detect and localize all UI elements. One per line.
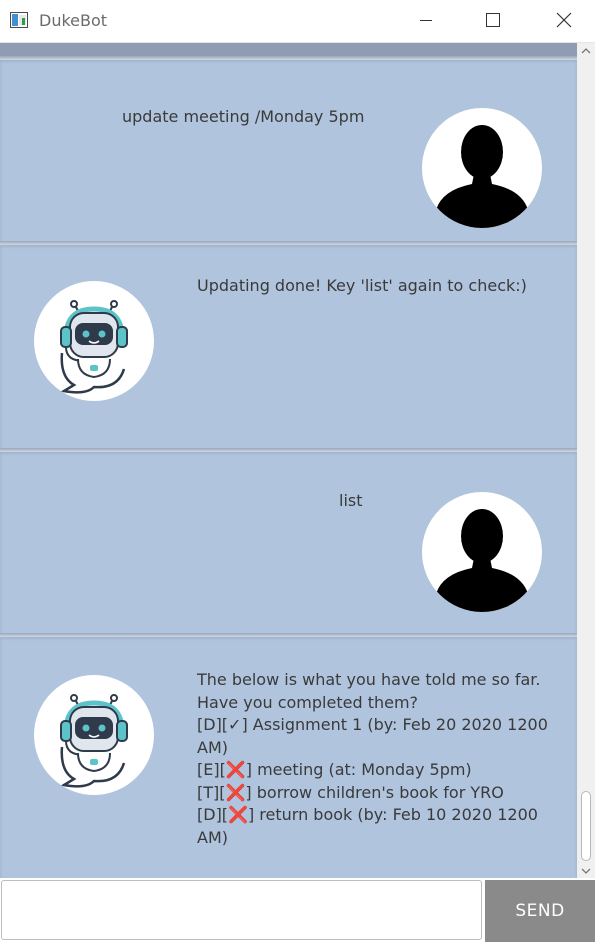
user-dialog-box: update meeting /Monday 5pm	[0, 58, 577, 243]
maximize-button[interactable]	[461, 0, 525, 42]
window-title: DukeBot	[39, 11, 108, 30]
user-message-text: list	[339, 491, 363, 510]
minimize-button[interactable]	[394, 0, 458, 42]
dialog-container[interactable]: update meeting /Monday 5pm Updating done…	[0, 43, 577, 879]
close-button[interactable]	[531, 0, 595, 42]
message-input[interactable]	[1, 880, 482, 940]
bot-message-text: Updating done! Key 'list' again to check…	[197, 276, 527, 295]
divider	[0, 241, 577, 245]
person-silhouette-icon	[434, 509, 530, 612]
scroll-down-arrow-icon[interactable]	[580, 866, 592, 876]
input-row: SEND	[0, 878, 595, 942]
user-avatar	[422, 492, 542, 612]
user-avatar	[422, 108, 542, 228]
maximize-icon	[486, 13, 500, 27]
divider	[0, 633, 577, 637]
bot-dialog-box: Updating done! Key 'list' again to check…	[0, 243, 577, 450]
minimize-icon	[420, 20, 432, 21]
user-dialog-box: list	[0, 450, 577, 635]
bot-avatar	[34, 281, 154, 401]
robot-headset-icon	[60, 300, 128, 394]
bot-message-text: The below is what you have told me so fa…	[197, 670, 548, 847]
robot-headset-icon	[60, 694, 128, 788]
scroll-up-arrow-icon[interactable]	[580, 46, 592, 56]
close-icon	[556, 12, 572, 28]
send-button[interactable]: SEND	[485, 880, 595, 942]
bot-dialog-box: The below is what you have told me so fa…	[0, 635, 577, 879]
person-silhouette-icon	[434, 125, 530, 228]
bot-avatar	[34, 675, 154, 795]
user-message-text: update meeting /Monday 5pm	[122, 107, 365, 126]
title-bar: DukeBot	[0, 0, 595, 43]
vertical-scrollbar[interactable]	[577, 43, 595, 879]
divider	[0, 448, 577, 452]
divider	[0, 56, 577, 60]
app-window-icon	[10, 12, 28, 28]
scrollbar-thumb[interactable]	[581, 791, 591, 861]
